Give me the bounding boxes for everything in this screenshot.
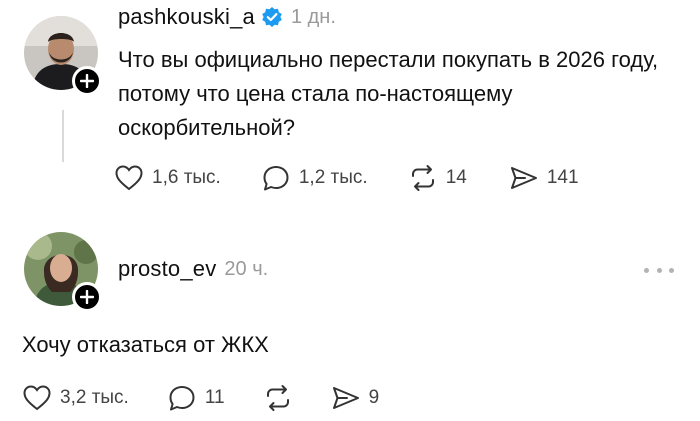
share-icon [510,167,537,189]
like-count: 3,2 тыс. [60,387,129,408]
post-actions: 1,6 тыс. 1,2 тыс. 14 141 [114,158,579,198]
more-icon [644,267,649,273]
repost-count: 14 [445,167,467,188]
share-icon [332,387,359,409]
comment-icon [263,166,289,191]
reply-count: 1,2 тыс. [298,167,368,188]
plus-icon [80,74,94,88]
reply-username[interactable]: prosto_ev [118,256,216,282]
post-header: pashkouski_a 1 дн. [118,4,336,30]
reply-avatar-wrap[interactable] [24,232,102,312]
like-button[interactable]: 1,6 тыс. [114,164,221,192]
comment-icon [169,386,195,411]
post-time: 1 дн. [290,5,336,28]
share-button[interactable]: 9 [331,384,380,412]
reply-text: Хочу отказаться от ЖКХ [22,332,269,357]
thread-line [62,110,64,162]
post-text: Что вы официально перестали покупать в 2… [118,47,659,140]
repost-icon [266,385,289,411]
reply-button[interactable]: 11 [167,384,225,412]
reply-actions: 3,2 тыс. 11 9 [22,378,379,418]
like-button[interactable]: 3,2 тыс. [22,384,129,412]
plus-icon [80,290,94,304]
like-count: 1,6 тыс. [152,167,221,188]
repost-button[interactable] [263,384,301,412]
reply-header: prosto_ev 20 ч. [118,256,268,282]
repost-icon [411,165,434,191]
more-icon-dot [656,267,662,273]
reply-count: 11 [204,387,225,408]
reply-button[interactable]: 1,2 тыс. [261,164,368,192]
post-avatar-wrap[interactable] [24,16,102,96]
share-count: 141 [546,167,579,188]
follow-button[interactable] [72,66,102,96]
post-username[interactable]: pashkouski_a [118,4,255,30]
share-button[interactable]: 141 [509,164,579,192]
verified-icon [261,6,283,28]
more-icon-dot [669,267,674,273]
more-options-button[interactable] [644,260,674,280]
heart-icon [23,385,51,411]
follow-button[interactable] [72,282,102,312]
share-count: 9 [368,387,380,408]
heart-icon [115,165,143,191]
repost-button[interactable]: 14 [408,164,467,192]
reply-time: 20 ч. [224,257,269,280]
